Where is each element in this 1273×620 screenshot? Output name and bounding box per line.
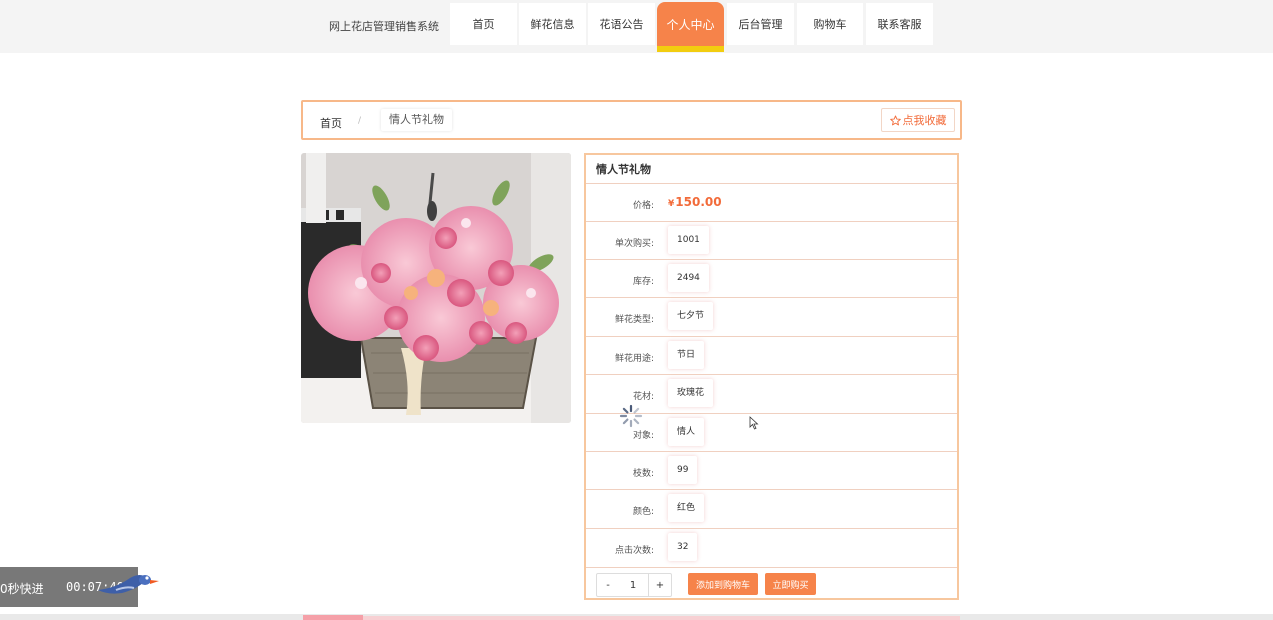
detail-row: 库存: 2494 xyxy=(586,260,957,298)
mouse-cursor-icon xyxy=(749,416,759,430)
loading-spinner-icon xyxy=(619,404,643,428)
nav-customer-service[interactable]: 联系客服 xyxy=(866,3,933,45)
nav-cart[interactable]: 购物车 xyxy=(797,3,863,45)
product-image xyxy=(301,153,571,423)
field-value: 七夕节 xyxy=(668,302,714,330)
field-label: 花材: xyxy=(632,392,654,402)
nav-active-underline xyxy=(657,46,724,52)
next-section-edge xyxy=(303,616,960,620)
star-icon xyxy=(889,114,901,125)
breadcrumb-separator: / xyxy=(358,116,362,126)
detail-row: 单次购买: 1001 xyxy=(586,222,957,260)
nav-flower-info[interactable]: 鲜花信息 xyxy=(519,3,586,45)
field-label: 鲜花类型: xyxy=(614,315,654,325)
quantity-increase-button[interactable]: + xyxy=(648,573,672,597)
detail-row-price: 价格: ¥150.00 xyxy=(586,184,957,222)
field-value: 1001 xyxy=(668,226,709,254)
flower-basket-image xyxy=(301,153,571,423)
breadcrumb: 首页 / 情人节礼物 点我收藏 xyxy=(301,100,962,140)
detail-row: 点击次数: 32 xyxy=(586,529,957,568)
breadcrumb-current: 情人节礼物 xyxy=(381,109,452,131)
product-title: 情人节礼物 xyxy=(586,155,957,184)
field-value: 32 xyxy=(668,533,698,561)
quantity-decrease-button[interactable]: - xyxy=(596,573,620,597)
field-label: 颜色: xyxy=(632,507,654,517)
detail-row: 鲜花用途: 节日 xyxy=(586,337,957,375)
nav-flower-notices[interactable]: 花语公告 xyxy=(588,3,655,45)
field-value: 2494 xyxy=(668,264,709,292)
top-navbar: 网上花店管理销售系统 首页 鲜花信息 花语公告 个人中心 后台管理 购物车 联系… xyxy=(0,0,1273,53)
detail-row: 鲜花类型: 七夕节 xyxy=(586,298,957,337)
field-value: 玫瑰花 xyxy=(668,379,714,407)
next-section-tab xyxy=(303,615,363,620)
product-detail-panel: 情人节礼物 价格: ¥150.00 单次购买: 1001 库存: 2494 鲜花… xyxy=(584,153,959,600)
nav-personal-center[interactable]: 个人中心 xyxy=(657,2,724,46)
add-to-cart-button[interactable]: 添加到购物车 xyxy=(688,573,758,595)
breadcrumb-home[interactable]: 首页 xyxy=(320,115,342,131)
bird-mascot-icon xyxy=(98,575,159,594)
field-value: 节日 xyxy=(668,341,705,369)
site-title: 网上花店管理销售系统 xyxy=(329,20,439,33)
nav-home[interactable]: 首页 xyxy=(450,3,517,45)
detail-row: 颜色: 红色 xyxy=(586,490,957,529)
field-label: 单次购买: xyxy=(614,239,654,249)
field-label: 对象: xyxy=(632,431,654,441)
favorite-label: 点我收藏 xyxy=(902,114,947,127)
bottom-scroll-strip xyxy=(0,614,1273,620)
field-value: 情人 xyxy=(668,418,705,446)
fast-forward-label[interactable]: 0秒快进 xyxy=(0,580,44,597)
field-value: 红色 xyxy=(668,494,705,522)
field-label: 点击次数: xyxy=(614,546,654,556)
favorite-button[interactable]: 点我收藏 xyxy=(881,108,955,132)
field-label: 库存: xyxy=(632,277,654,287)
buy-now-button[interactable]: 立即购买 xyxy=(765,573,816,595)
nav-admin[interactable]: 后台管理 xyxy=(727,3,794,45)
price-label: 价格: xyxy=(632,201,654,211)
price-value: ¥150.00 xyxy=(668,195,722,209)
field-label: 枝数: xyxy=(632,469,654,479)
quantity-input[interactable]: 1 xyxy=(618,573,648,597)
field-label: 鲜花用途: xyxy=(614,354,654,364)
field-value: 99 xyxy=(668,456,698,484)
detail-row: 枝数: 99 xyxy=(586,452,957,490)
